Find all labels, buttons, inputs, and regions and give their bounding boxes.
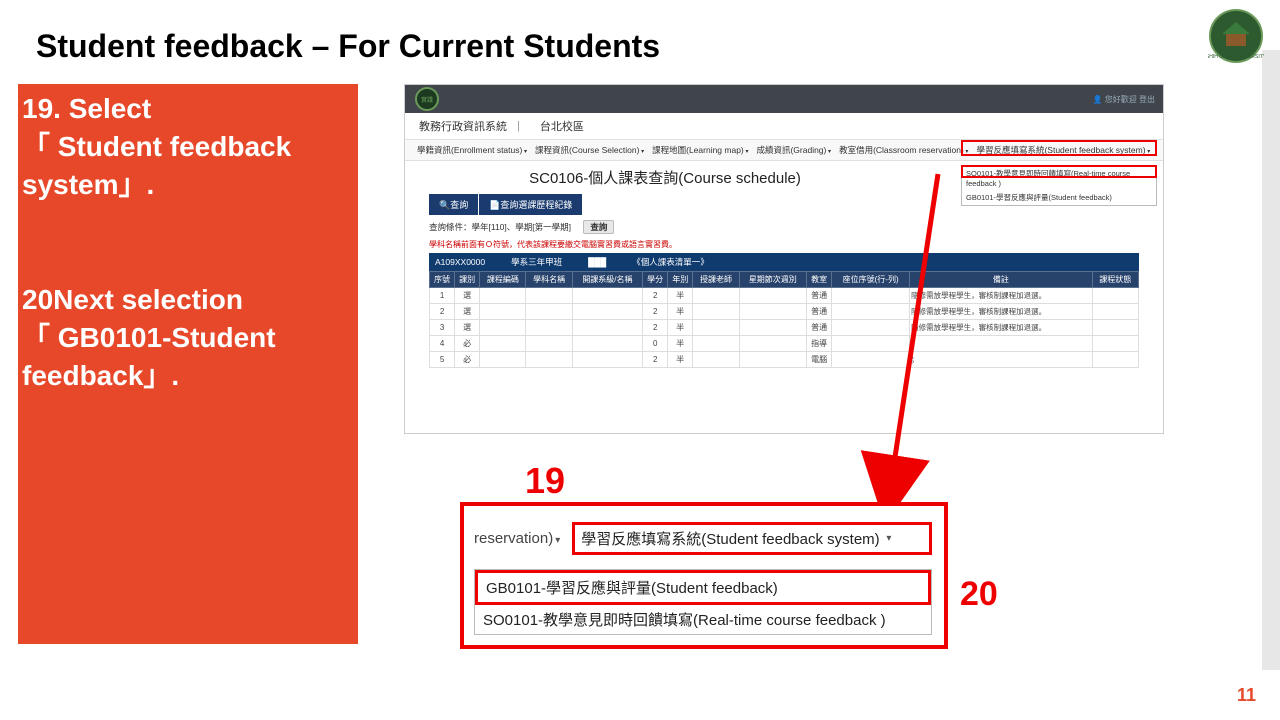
menu-grading[interactable]: 成績資訊(Grading) [756, 144, 831, 156]
table-row: 2選2半普通隨修需放學程學生，審核制課程加退選。 [430, 304, 1139, 320]
callout-dropdown: GB0101-學習反應與評量(Student feedback) SO0101-… [474, 569, 932, 635]
highlight-box-menu [961, 140, 1157, 156]
strip-note: 《個人課表清單一》 [632, 256, 709, 268]
annotation-label-20: 20 [960, 575, 998, 614]
dropdown-opt-gb0101[interactable]: GB0101-學習反應與評量(Student feedback) [962, 190, 1156, 205]
table-header: 課程狀態 [1092, 272, 1138, 288]
table-row: 3選2半普通隨修需放學程學生，審核制課程加退選。 [430, 320, 1139, 336]
table-header: 星期節次週別 [739, 272, 806, 288]
query-conditions: 查詢條件：學年[110]、學期[第一學期] [429, 222, 571, 232]
tab-search[interactable]: 🔍查詢 [429, 194, 478, 215]
page-number: 11 [1237, 685, 1256, 706]
menu-classroom[interactable]: 教室借用(Classroom reservation) [839, 144, 968, 156]
tab-history[interactable]: 📄查詢選課歷程紀錄 [479, 194, 582, 215]
table-header: 年別 [668, 272, 693, 288]
system-topbar: 實踐 👤 您好歡迎 登出 [405, 85, 1163, 113]
menu-course-selection[interactable]: 課程資訊(Course Selection) [535, 144, 644, 156]
table-header: 課程編碼 [480, 272, 526, 288]
table-row: 1選2半普通隨修需放學程學生，審核制課程加退選。 [430, 288, 1139, 304]
breadcrumb: 教務行政資訊系統 | 台北校區 [405, 113, 1163, 139]
page-title: Student feedback – For Current Students [36, 28, 660, 65]
table-header: 學分 [643, 272, 668, 288]
highlight-box-option [961, 165, 1157, 178]
table-header: 備註 [910, 272, 1092, 288]
breadcrumb-campus: 台北校區 [540, 118, 584, 134]
table-header: 授課老師 [693, 272, 739, 288]
system-logo: 實踐 [415, 87, 439, 111]
student-info-strip: A109XX0000 學系三年甲班 ███ 《個人課表清單一》 [429, 253, 1139, 271]
table-header: 座位序號(行-列) [832, 272, 910, 288]
menu-learning-map[interactable]: 課程地圖(Learning map) [652, 144, 748, 156]
instruction-step-19: 19. Select 「 Student feedback system」. [22, 90, 350, 203]
system-screenshot: 實踐 👤 您好歡迎 登出 教務行政資訊系統 | 台北校區 學籍資訊(Enroll… [404, 84, 1164, 434]
instruction-panel: 19. Select 「 Student feedback system」. 2… [18, 84, 358, 644]
table-row: 4必0半指導； [430, 336, 1139, 352]
student-id: A109XX0000 [435, 257, 485, 267]
breadcrumb-system: 教務行政資訊系統 [419, 118, 507, 134]
callout-opt-so0101[interactable]: SO0101-教學意見即時回饋填寫(Real-time course feedb… [475, 605, 931, 634]
query-line: 查詢條件：學年[110]、學期[第一學期] 查詢 [429, 221, 1139, 233]
red-warning: 學科名稱前面有Ｏ符號，代表該課程要繳交電腦實習費或語言實習費。 [429, 239, 1139, 250]
table-row: 5必2半電腦； [430, 352, 1139, 368]
table-header: 開課系級/名稱 [572, 272, 642, 288]
query-button[interactable]: 查詢 [583, 220, 614, 234]
table-header: 教室 [807, 272, 832, 288]
university-logo: SHIH CHIEN UNIVERSITY 實踐 [1208, 8, 1264, 64]
student-name: ███ [588, 257, 606, 267]
svg-text:SHIH CHIEN UNIVERSITY: SHIH CHIEN UNIVERSITY [1208, 54, 1264, 60]
menu-enrollment[interactable]: 學籍資訊(Enrollment status) [417, 144, 527, 156]
annotation-label-19: 19 [525, 460, 565, 502]
table-header: 學科名稱 [526, 272, 572, 288]
callout-feedback-menu[interactable]: 學習反應填寫系統(Student feedback system) ▾ [572, 522, 932, 555]
page-heading: SC0106-個人課表查詢(Course schedule) [405, 167, 925, 188]
svg-text:實踐: 實踐 [1232, 11, 1240, 17]
gray-edge [1262, 50, 1280, 670]
instruction-step-20: 20Next selection 「 GB0101-Student feedba… [22, 281, 350, 394]
table-header: 課別 [455, 272, 480, 288]
callout-reservation-fragment: reservation)▾ [474, 530, 560, 547]
student-class: 學系三年甲班 [511, 256, 562, 268]
zoomed-callout: reservation)▾ 學習反應填寫系統(Student feedback … [460, 502, 948, 649]
table-header: 序號 [430, 272, 455, 288]
schedule-table: 序號課別課程編碼學科名稱開課系級/名稱學分年別授課老師星期節次週別教室座位序號(… [429, 271, 1139, 368]
callout-opt-gb0101[interactable]: GB0101-學習反應與評量(Student feedback) [475, 570, 931, 605]
user-greeting: 👤 您好歡迎 登出 [1093, 94, 1155, 105]
